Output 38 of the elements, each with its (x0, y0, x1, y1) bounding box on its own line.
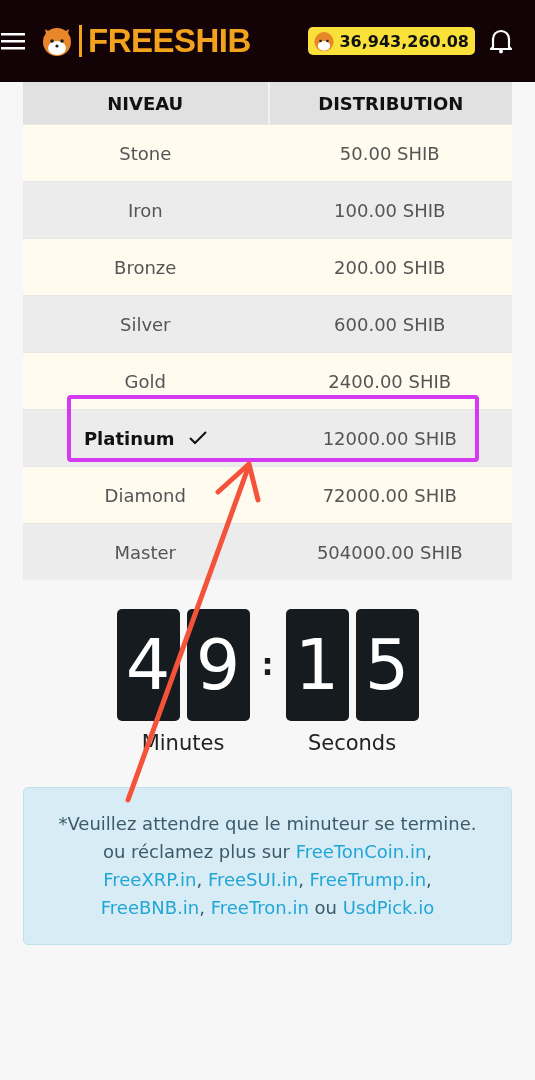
site-link[interactable]: FreeTonCoin.in (295, 841, 427, 862)
site-link[interactable]: FreeXRP.in (103, 869, 197, 890)
table-cell: Diamond (104, 484, 186, 506)
table-cell: Master (114, 541, 176, 563)
table-cell: 72000.00 SHIB (322, 484, 457, 506)
table-cell: Gold (124, 370, 166, 392)
table-cell: 50.00 SHIB (339, 142, 440, 164)
table-cell: Stone (119, 142, 172, 164)
seconds-label: Seconds (307, 731, 397, 755)
time-separator: : (260, 647, 275, 682)
menu-icon[interactable] (1, 31, 25, 51)
flip-digit-card: 1 (285, 609, 349, 721)
site-link[interactable]: FreeBNB.in (100, 897, 200, 918)
table-cell: Silver (119, 313, 171, 335)
site-link[interactable]: UsdPick.io (342, 897, 435, 918)
column-header: NIVEAU (106, 91, 185, 116)
table-cell: 12000.00 SHIB (322, 427, 457, 449)
dog-coin-icon (313, 30, 336, 52)
table-cell: 2400.00 SHIB (328, 370, 452, 392)
table-cell: 504000.00 SHIB (316, 541, 463, 563)
notice-text: *Veuillez attendre que le minuteur se termine. ou réclamez plus sur FreeTonCoin.in, FreeXRP.in, FreeSUI.in, FreeTrump.in, FreeBNB.in, FreeTron.in ou UsdPick.io (57, 812, 478, 920)
table-cell: 200.00 SHIB (334, 256, 446, 278)
table-cell: Platinum (83, 427, 175, 449)
table-cell: 100.00 SHIB (334, 199, 446, 221)
table-cell: 600.00 SHIB (334, 313, 446, 335)
table-cell: Bronze (114, 256, 177, 278)
flip-digit-card: 4 (116, 609, 180, 721)
site-link[interactable]: FreeTron.in (210, 897, 309, 918)
brand-name: FREESHIB (79, 25, 251, 57)
site-link[interactable]: FreeTrump.in (309, 869, 427, 890)
dog-logo-icon (41, 25, 73, 57)
balance-amount: 36,943,260.08 (339, 31, 469, 51)
check-icon (188, 431, 207, 445)
table-cell: Iron (127, 199, 163, 221)
site-link[interactable]: FreeSUI.in (207, 869, 299, 890)
flip-digit-card: 5 (355, 609, 419, 721)
flip-digit-card: 9 (186, 609, 250, 721)
bell-icon[interactable] (489, 28, 513, 54)
